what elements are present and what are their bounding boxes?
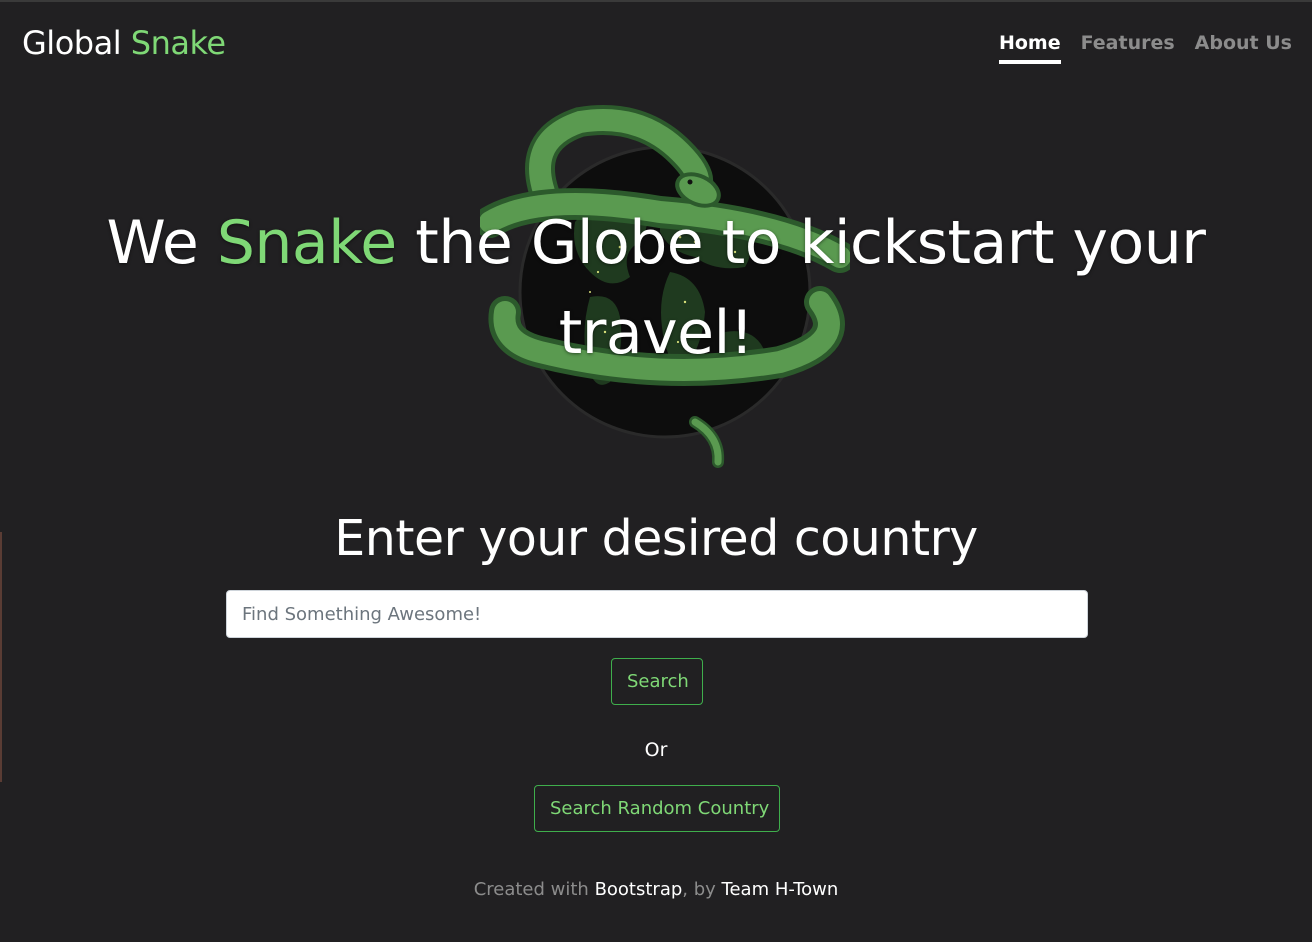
nav-home-link[interactable]: Home bbox=[998, 32, 1061, 64]
brand-logo[interactable]: Global Snake bbox=[22, 24, 226, 62]
footer-team-link[interactable]: Team H-Town bbox=[722, 879, 839, 900]
hero-title-line-1: We Snake the Globe to kickstart your bbox=[0, 198, 1312, 288]
or-separator: Or bbox=[644, 739, 668, 761]
search-button[interactable]: Search bbox=[611, 658, 703, 705]
search-heading: Enter your desired country bbox=[334, 510, 978, 567]
hero-title: We Snake the Globe to kickstart your tra… bbox=[0, 198, 1312, 378]
footer-credit: Created with Bootstrap, by Team H-Town bbox=[0, 879, 1312, 900]
search-random-country-button[interactable]: Search Random Country bbox=[534, 785, 780, 832]
country-search-input[interactable] bbox=[226, 590, 1088, 638]
footer-prefix: Created with bbox=[473, 879, 595, 900]
hero-title-accent: Snake bbox=[216, 208, 397, 278]
footer-bootstrap-link[interactable]: Bootstrap bbox=[595, 879, 683, 900]
brand-name-prefix: Global bbox=[22, 24, 131, 62]
hero-title-after: the Globe to kickstart your bbox=[396, 208, 1206, 278]
main-nav: Home Features About Us bbox=[998, 32, 1292, 64]
footer-middle: , by bbox=[682, 879, 722, 900]
hero-title-line-2: travel! bbox=[558, 298, 754, 368]
nav-about-us-link[interactable]: About Us bbox=[1195, 32, 1292, 64]
nav-features-link[interactable]: Features bbox=[1081, 32, 1175, 64]
page: Global Snake Home Features About Us We S… bbox=[0, 0, 1312, 942]
brand-name-accent: Snake bbox=[130, 24, 226, 62]
hero-title-before: We bbox=[106, 208, 217, 278]
